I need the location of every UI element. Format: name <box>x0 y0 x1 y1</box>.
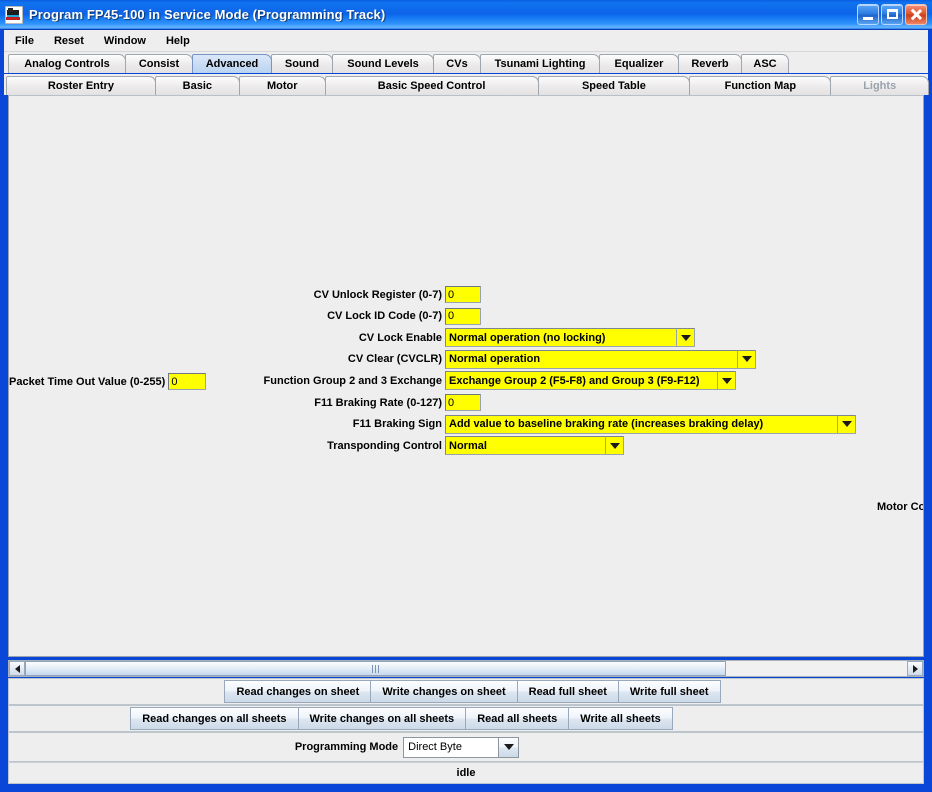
field-label: CV Lock Enable <box>9 332 445 344</box>
status-bar: idle <box>8 762 924 784</box>
sheet-button-bar: Read changes on sheetWrite changes on sh… <box>8 678 924 705</box>
field-select-value: Normal <box>445 436 605 455</box>
maximize-button[interactable] <box>881 4 903 25</box>
window-title: Program FP45-100 in Service Mode (Progra… <box>29 7 857 22</box>
minimize-button[interactable] <box>857 4 879 25</box>
field-select-value: Normal operation (no locking) <box>445 328 676 347</box>
tab-equalizer[interactable]: Equalizer <box>599 54 679 73</box>
title-bar: Program FP45-100 in Service Mode (Progra… <box>0 0 932 30</box>
field-select[interactable]: Exchange Group 2 (F5-F8) and Group 3 (F9… <box>445 371 736 390</box>
field-select[interactable]: Add value to baseline braking rate (incr… <box>445 415 856 434</box>
scrollbar-grip-icon <box>372 665 379 673</box>
tab-lights: Lights <box>830 76 929 95</box>
tab-strip-primary: Analog ControlsConsistAdvancedSoundSound… <box>4 52 928 73</box>
field-select-value: Add value to baseline braking rate (incr… <box>445 415 837 434</box>
tab-speed-table[interactable]: Speed Table <box>538 76 691 95</box>
clipped-motor-label: Motor Con <box>877 501 924 513</box>
all-sheets-button-bar: Read changes on all sheetsWrite changes … <box>8 705 924 732</box>
button-read-all-sheets[interactable]: Read all sheets <box>465 707 569 730</box>
button-write-all-sheets[interactable]: Write all sheets <box>568 707 673 730</box>
advanced-pane: Motor Con CV Unlock Register (0-7)0CV Lo… <box>8 95 924 657</box>
chevron-down-icon[interactable] <box>717 371 736 390</box>
field-input[interactable]: 0 <box>445 286 481 303</box>
tab-consist[interactable]: Consist <box>125 54 193 73</box>
chevron-down-icon[interactable] <box>498 737 519 758</box>
tab-advanced[interactable]: Advanced <box>192 54 272 73</box>
form-row: F11 Braking SignAdd value to baseline br… <box>9 416 864 433</box>
button-write-changes-on-all-sheets[interactable]: Write changes on all sheets <box>298 707 467 730</box>
menu-item-reset[interactable]: Reset <box>45 32 93 50</box>
scroll-left-arrow-icon[interactable] <box>9 661 25 676</box>
field-select[interactable]: Normal operation <box>445 350 756 369</box>
tab-basic-speed-control[interactable]: Basic Speed Control <box>325 76 539 95</box>
button-read-full-sheet[interactable]: Read full sheet <box>517 680 619 703</box>
form-row: CV Lock ID Code (0-7)0 <box>9 308 508 325</box>
scrollbar-track[interactable] <box>25 661 907 676</box>
form-row: CV Unlock Register (0-7)0 <box>9 286 508 303</box>
field-label: F11 Braking Rate (0-127) <box>9 397 445 409</box>
scroll-right-arrow-icon[interactable] <box>907 661 923 676</box>
programming-mode-value: Direct Byte <box>403 737 498 758</box>
button-read-changes-on-sheet[interactable]: Read changes on sheet <box>224 680 371 703</box>
tab-strip-secondary: Roster EntryBasicMotorBasic Speed Contro… <box>4 74 928 95</box>
field-select[interactable]: Normal operation (no locking) <box>445 328 695 347</box>
close-button[interactable] <box>905 4 927 25</box>
button-write-changes-on-sheet[interactable]: Write changes on sheet <box>370 680 517 703</box>
locomotive-icon <box>5 6 23 24</box>
button-read-changes-on-all-sheets[interactable]: Read changes on all sheets <box>130 707 298 730</box>
form-row: Transponding ControlNormal <box>9 437 632 454</box>
field-select[interactable]: Normal <box>445 436 624 455</box>
field-label: CV Clear (CVCLR) <box>9 353 445 365</box>
packet-timeout-input[interactable]: 0 <box>168 373 206 390</box>
tab-basic[interactable]: Basic <box>155 76 240 95</box>
tab-sound[interactable]: Sound <box>271 54 333 73</box>
field-select-value: Normal operation <box>445 350 737 369</box>
application-window: Program FP45-100 in Service Mode (Progra… <box>0 0 932 792</box>
field-input[interactable]: 0 <box>445 308 481 325</box>
status-text: idle <box>457 767 476 779</box>
tab-motor[interactable]: Motor <box>239 76 326 95</box>
chevron-down-icon[interactable] <box>737 350 756 369</box>
menu-item-file[interactable]: File <box>6 32 43 50</box>
field-label: Transponding Control <box>9 440 445 452</box>
field-label: F11 Braking Sign <box>9 418 445 430</box>
programming-mode-select[interactable]: Direct Byte <box>403 737 519 758</box>
button-write-full-sheet[interactable]: Write full sheet <box>618 680 721 703</box>
tab-analog-controls[interactable]: Analog Controls <box>8 54 126 73</box>
menu-item-help[interactable]: Help <box>157 32 199 50</box>
chevron-down-icon[interactable] <box>676 328 695 347</box>
menu-bar: FileResetWindowHelp <box>4 30 928 52</box>
tab-function-map[interactable]: Function Map <box>689 76 831 95</box>
horizontal-scrollbar[interactable] <box>8 660 924 677</box>
field-select-value: Exchange Group 2 (F5-F8) and Group 3 (F9… <box>445 371 717 390</box>
window-controls <box>857 4 927 25</box>
field-input[interactable]: 0 <box>445 394 481 411</box>
menu-item-window[interactable]: Window <box>95 32 155 50</box>
tab-sound-levels[interactable]: Sound Levels <box>332 54 434 73</box>
tab-asc[interactable]: ASC <box>741 54 789 73</box>
form-row: F11 Braking Rate (0-127)0 <box>9 394 508 411</box>
chevron-down-icon[interactable] <box>837 415 856 434</box>
tab-reverb[interactable]: Reverb <box>678 54 742 73</box>
form-row: CV Lock EnableNormal operation (no locki… <box>9 329 703 346</box>
field-label: CV Unlock Register (0-7) <box>9 289 445 301</box>
packet-timeout-label: Packet Time Out Value (0-255) <box>9 376 168 388</box>
tab-roster-entry[interactable]: Roster Entry <box>6 76 156 95</box>
scrollbar-thumb[interactable] <box>25 661 726 676</box>
programming-mode-label: Programming Mode <box>295 741 398 753</box>
form-row: CV Clear (CVCLR)Normal operation <box>9 351 764 368</box>
tab-cvs[interactable]: CVs <box>433 54 481 73</box>
packet-timeout-row: Packet Time Out Value (0-255)0 <box>9 373 206 390</box>
tab-tsunami-lighting[interactable]: Tsunami Lighting <box>480 54 600 73</box>
programming-mode-bar: Programming Mode Direct Byte <box>8 732 924 762</box>
chevron-down-icon[interactable] <box>605 436 624 455</box>
field-label: CV Lock ID Code (0-7) <box>9 310 445 322</box>
